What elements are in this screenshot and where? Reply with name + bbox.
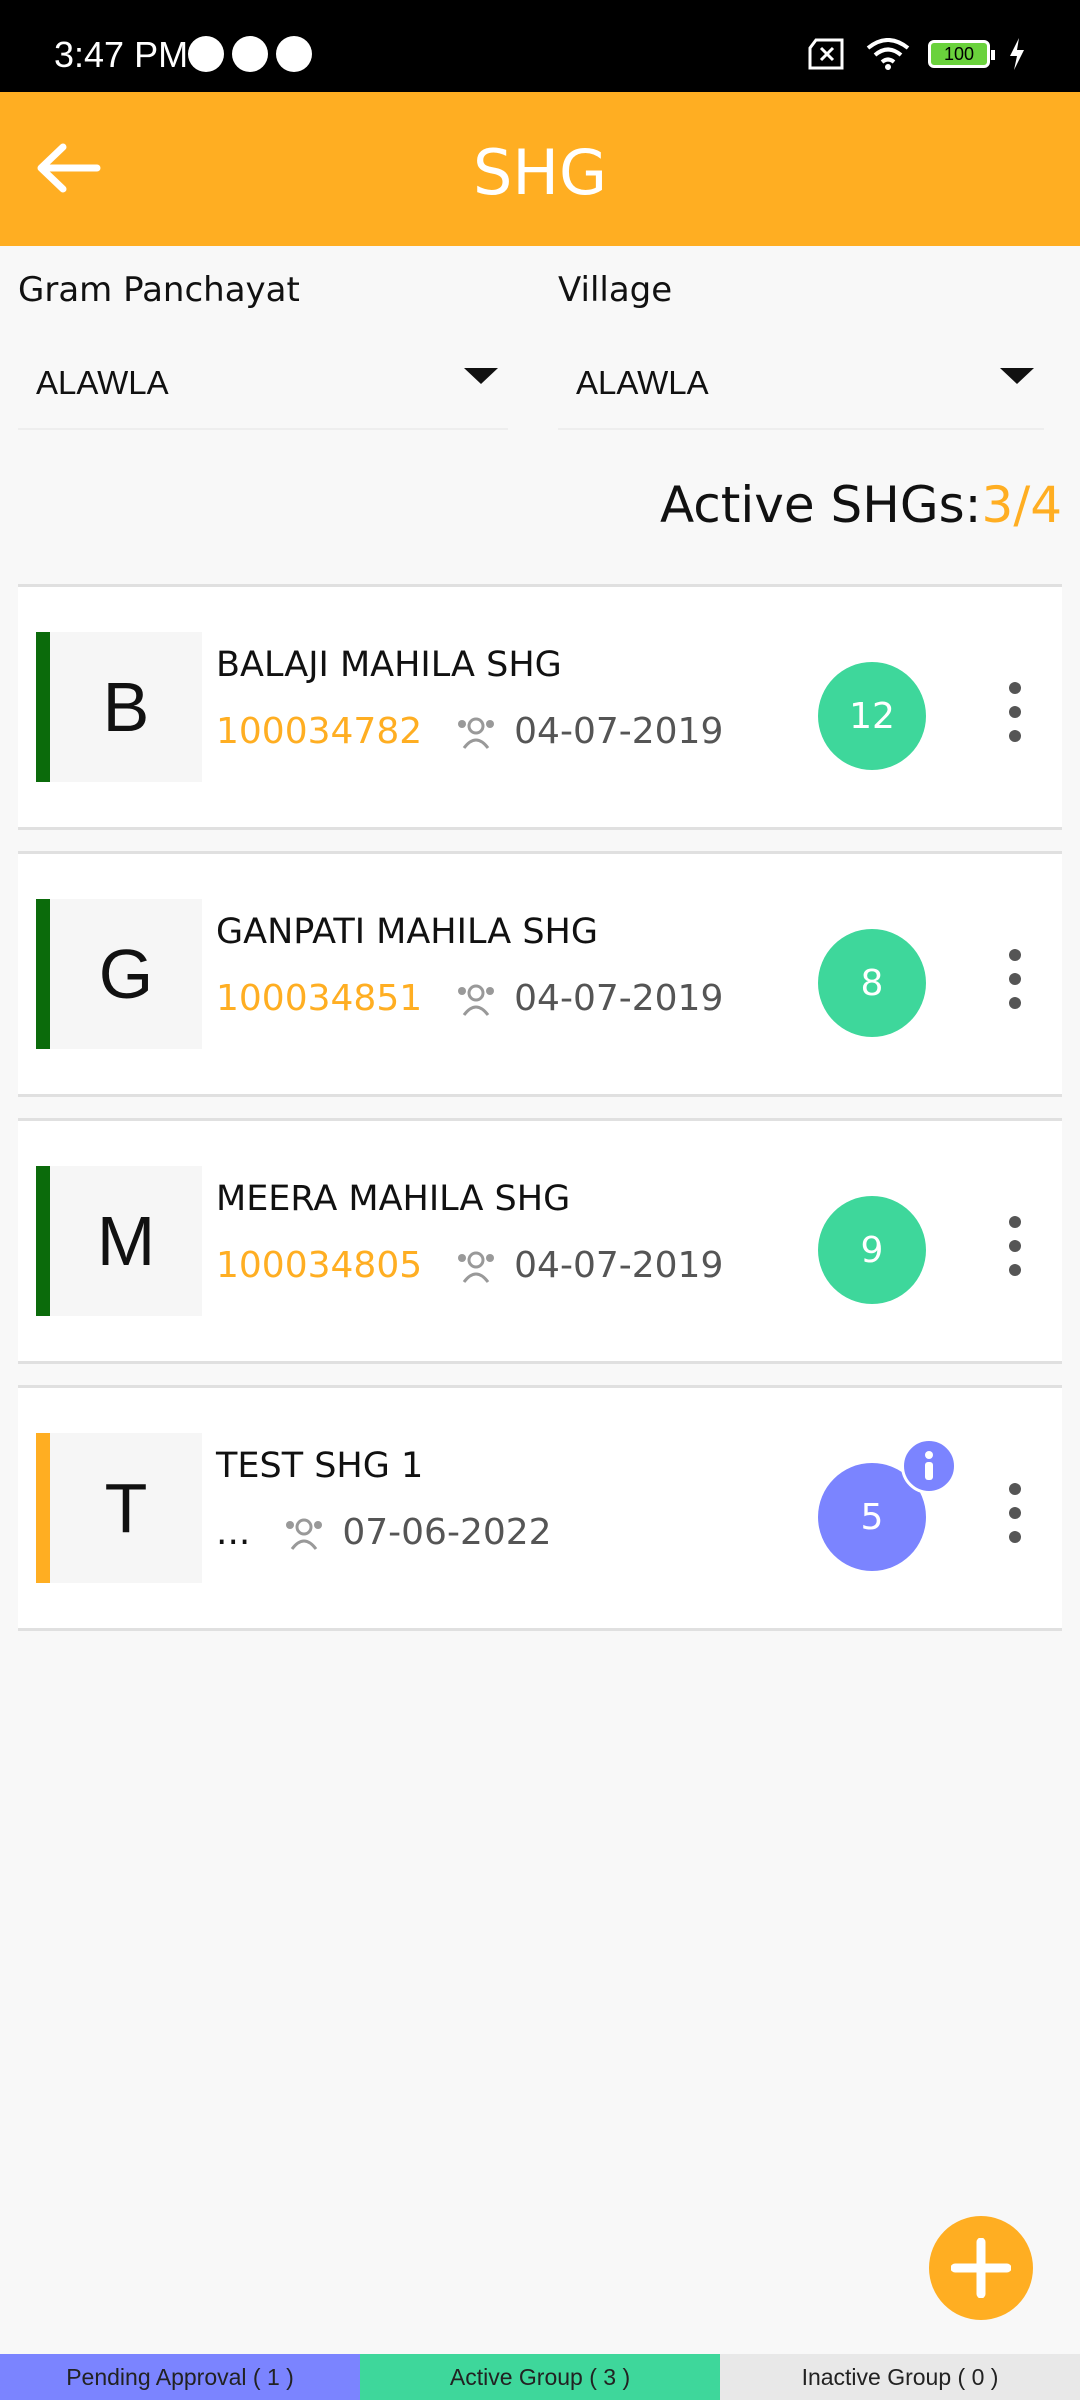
village-label: Village (558, 270, 673, 310)
gram-panchayat-filter: Gram Panchayat ALAWLA (18, 270, 508, 430)
status-stripe (36, 1166, 50, 1316)
page-title: SHG (472, 136, 608, 209)
system-icons: 100 (808, 38, 1026, 70)
status-bar: 3:47 PM 100 (0, 0, 1080, 92)
member-count-badge: 12 (818, 662, 926, 770)
shg-meta: 100034805 04-07-2019 (216, 1245, 723, 1286)
more-options-button[interactable] (1000, 1483, 1030, 1543)
battery-level: 100 (943, 43, 975, 64)
shg-avatar: M (50, 1166, 202, 1316)
shg-card[interactable]: G GANPATI MAHILA SHG 100034851 04-07-201… (18, 851, 1062, 1097)
shg-code: 100034782 (216, 711, 423, 752)
shg-date: 04-07-2019 (514, 711, 724, 752)
shg-card[interactable]: T TEST SHG 1 ... 07-06-2022 5 (18, 1385, 1062, 1631)
gram-panchayat-value: ALAWLA (36, 364, 169, 401)
group-icon (284, 1515, 324, 1551)
shg-name: BALAJI MAHILA SHG (216, 645, 562, 685)
charging-icon (1010, 38, 1024, 70)
notification-icon (276, 36, 312, 72)
shg-code: ... (216, 1512, 251, 1553)
shg-avatar: T (50, 1433, 202, 1583)
app-bar: SHG (0, 92, 1080, 246)
shg-date: 04-07-2019 (514, 1245, 724, 1286)
status-stripe (36, 899, 50, 1049)
shg-code: 100034851 (216, 978, 423, 1019)
status-time: 3:47 PM (54, 34, 189, 75)
info-icon[interactable] (901, 1438, 957, 1494)
more-options-button[interactable] (1000, 1216, 1030, 1276)
wifi-icon (866, 38, 910, 70)
shg-meta: 100034851 04-07-2019 (216, 978, 723, 1019)
village-dropdown[interactable]: ALAWLA (558, 338, 1044, 430)
shg-avatar: B (50, 632, 202, 782)
status-stripe (36, 632, 50, 782)
battery-icon: 100 (928, 40, 995, 68)
shg-date: 04-07-2019 (514, 978, 724, 1019)
more-options-button[interactable] (1000, 682, 1030, 742)
group-icon (456, 714, 496, 750)
group-icon (456, 1248, 496, 1284)
shg-card[interactable]: M MEERA MAHILA SHG 100034805 04-07-2019 … (18, 1118, 1062, 1364)
sim-error-icon (808, 38, 844, 70)
more-options-button[interactable] (1000, 949, 1030, 1009)
shg-meta: 100034782 04-07-2019 (216, 711, 723, 752)
add-shg-button[interactable] (929, 2216, 1033, 2320)
active-shg-count: Active SHGs:3/4 (660, 476, 1062, 534)
member-count-badge: 9 (818, 1196, 926, 1304)
shg-date: 07-06-2022 (342, 1512, 552, 1553)
status-stripe (36, 1433, 50, 1583)
plus-icon (951, 2238, 1011, 2298)
notification-icon (188, 36, 224, 72)
shg-card[interactable]: B BALAJI MAHILA SHG 100034782 04-07-2019… (18, 584, 1062, 830)
member-count-badge: 8 (818, 929, 926, 1037)
shg-meta: ... 07-06-2022 (216, 1512, 552, 1553)
notification-icon (232, 36, 268, 72)
caret-down-icon (464, 368, 498, 384)
shg-name: MEERA MAHILA SHG (216, 1179, 571, 1219)
shg-name: GANPATI MAHILA SHG (216, 912, 598, 952)
active-shg-label: Active SHGs: (659, 476, 982, 534)
shg-avatar: G (50, 899, 202, 1049)
tab-active-group[interactable]: Active Group ( 3 ) (360, 2354, 720, 2400)
tab-pending-approval[interactable]: Pending Approval ( 1 ) (0, 2354, 360, 2400)
shg-name: TEST SHG 1 (216, 1446, 424, 1486)
group-icon (456, 981, 496, 1017)
gram-panchayat-label: Gram Panchayat (18, 270, 300, 310)
active-shg-value: 3/4 (981, 476, 1062, 534)
gram-panchayat-dropdown[interactable]: ALAWLA (18, 338, 508, 430)
bottom-tabs: Pending Approval ( 1 ) Active Group ( 3 … (0, 2354, 1080, 2400)
notification-icons (188, 36, 312, 72)
tab-inactive-group[interactable]: Inactive Group ( 0 ) (720, 2354, 1080, 2400)
village-filter: Village ALAWLA (558, 270, 1044, 430)
village-value: ALAWLA (576, 364, 709, 401)
shg-code: 100034805 (216, 1245, 423, 1286)
caret-down-icon (1000, 368, 1034, 384)
